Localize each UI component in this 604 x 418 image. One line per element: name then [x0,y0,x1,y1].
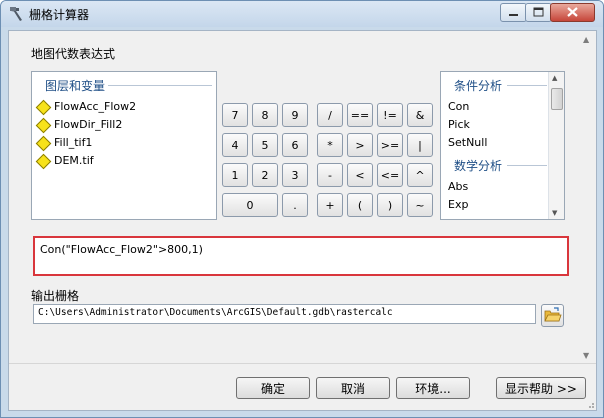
key-1[interactable]: 1 [222,163,248,187]
scroll-up-icon[interactable]: ▲ [552,74,557,82]
expression-text: Con("FlowAcc_Flow2">800,1) [40,243,203,256]
key-greater[interactable]: > [347,133,373,157]
maximize-icon [533,7,544,17]
key-close-paren[interactable]: ) [377,193,403,217]
section-divider [507,85,547,86]
key-not[interactable]: ~ [407,193,433,217]
key-plus[interactable]: + [317,193,343,217]
raster-layer-icon [35,153,52,170]
button-bar-divider [9,363,596,364]
key-not-equal[interactable]: != [377,103,403,127]
raster-calculator-window: 栅格计算器 ▲ ▼ 地图代数表达式 图层和变量 FlowAcc_Flow2 Fl… [0,0,604,418]
key-8[interactable]: 8 [252,103,278,127]
minimize-icon [509,14,518,16]
title-bar[interactable]: 栅格计算器 [1,1,603,27]
key-3[interactable]: 3 [282,163,308,187]
key-equal[interactable]: == [347,103,373,127]
section-divider [108,85,212,86]
key-greater-equal[interactable]: >= [377,133,403,157]
raster-layer-icon [35,117,52,134]
hammer-icon [10,7,22,21]
map-algebra-label: 地图代数表达式 [31,47,116,61]
layers-panel[interactable]: 图层和变量 FlowAcc_Flow2 FlowDir_Fill2 Fill_t… [31,71,217,220]
key-and[interactable]: & [407,103,433,127]
functions-scrollbar[interactable]: ▲ ▼ [548,72,564,219]
key-4[interactable]: 4 [222,133,248,157]
show-help-button[interactable]: 显示帮助 >> [496,377,586,399]
key-divide[interactable]: / [317,103,343,127]
function-item[interactable]: Pick [448,118,470,131]
raster-layer-icon [35,135,52,152]
key-2[interactable]: 2 [252,163,278,187]
key-multiply[interactable]: * [317,133,343,157]
cancel-button[interactable]: 取消 [316,377,390,399]
dialog-scrollbar[interactable]: ▲ ▼ [579,31,596,363]
key-less-equal[interactable]: <= [377,163,403,187]
resize-grip-icon[interactable] [585,399,595,409]
key-7[interactable]: 7 [222,103,248,127]
key-open-paren[interactable]: ( [347,193,373,217]
dialog-client-area: ▲ ▼ 地图代数表达式 图层和变量 FlowAcc_Flow2 FlowDir_… [8,30,597,411]
maximize-button[interactable] [525,3,552,22]
key-9[interactable]: 9 [282,103,308,127]
key-6[interactable]: 6 [282,133,308,157]
key-decimal[interactable]: . [282,193,308,217]
close-icon [567,7,578,17]
function-item[interactable]: Abs [448,180,468,193]
key-5[interactable]: 5 [252,133,278,157]
key-minus[interactable]: - [317,163,343,187]
section-divider [507,165,547,166]
scroll-up-icon[interactable]: ▲ [583,35,589,44]
scroll-down-icon[interactable]: ▼ [552,209,557,217]
layers-title: 图层和变量 [45,79,106,93]
scroll-down-icon[interactable]: ▼ [583,351,589,360]
close-button[interactable] [550,3,595,22]
browse-button[interactable] [541,304,564,327]
key-less[interactable]: < [347,163,373,187]
expression-input[interactable]: Con("FlowAcc_Flow2">800,1) [33,236,569,276]
ok-button[interactable]: 确定 [236,377,310,399]
conditional-title: 条件分析 [454,79,503,93]
key-0[interactable]: 0 [222,193,278,217]
function-item[interactable]: SetNull [448,136,487,149]
output-path-text: C:\Users\Administrator\Documents\ArcGIS\… [38,307,393,318]
window-title: 栅格计算器 [29,8,90,22]
function-item[interactable]: Con [448,100,469,113]
function-item[interactable]: Exp [448,198,468,211]
minimize-button[interactable] [500,3,527,22]
key-or[interactable]: | [407,133,433,157]
math-title: 数学分析 [454,159,503,173]
scroll-thumb[interactable] [551,88,563,110]
functions-panel[interactable]: 条件分析 Con Pick SetNull 数学分析 Abs Exp ▲ ▼ [440,71,565,220]
output-raster-label: 输出栅格 [31,289,80,303]
output-raster-field[interactable]: C:\Users\Administrator\Documents\ArcGIS\… [33,304,536,324]
raster-layer-icon [35,99,52,116]
folder-open-icon [544,307,562,322]
key-xor[interactable]: ^ [407,163,433,187]
environments-button[interactable]: 环境... [396,377,470,399]
